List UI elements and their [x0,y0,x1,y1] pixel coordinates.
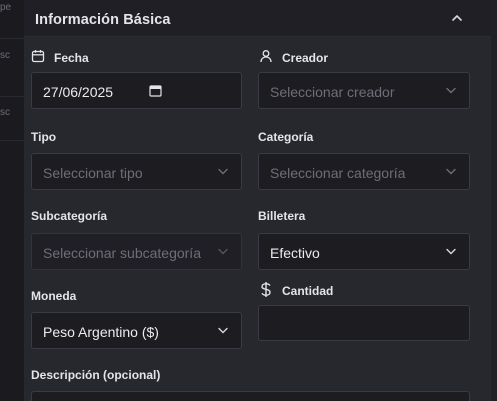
chevron-down-icon [218,248,228,255]
fecha-value: 27/06/2025 [43,84,114,100]
dollar-icon [261,282,271,297]
chevron-down-icon [218,327,228,334]
user-icon [260,50,272,63]
cantidad-input[interactable] [258,305,470,341]
divider [0,38,24,39]
fecha-date-input[interactable]: 27/06/2025 [31,72,242,109]
tipo-placeholder: Seleccionar tipo [43,165,143,181]
chevron-down-icon [446,87,456,94]
billetera-select[interactable]: Efectivo [258,233,470,270]
section-header[interactable]: Información Básica [24,0,491,37]
tipo-label: Tipo [31,130,57,144]
subcategoria-placeholder: Seleccionar subcategoría [43,245,201,261]
categoria-label: Categoría [258,130,314,144]
tipo-select[interactable]: Seleccionar tipo [31,153,242,190]
background-text-fragment: sc [0,107,10,118]
section-title: Información Básica [35,12,171,28]
creador-placeholder: Seleccionar creador [270,84,395,100]
background-list: pe sc sc [0,0,24,401]
chevron-down-icon [218,168,228,175]
chevron-down-icon [446,248,456,255]
billetera-label: Billetera [258,209,306,223]
panel-edge [491,0,497,401]
moneda-select[interactable]: Peso Argentino ($) [31,312,242,349]
creador-select[interactable]: Seleccionar creador [258,72,470,109]
background-text-fragment: pe [0,2,12,13]
moneda-value: Peso Argentino ($) [43,324,159,340]
chevron-up-icon[interactable] [451,12,463,24]
moneda-label: Moneda [31,289,77,303]
divider [0,96,24,97]
categoria-placeholder: Seleccionar categoría [270,165,406,181]
chevron-down-icon [446,168,456,175]
cantidad-label: Cantidad [282,284,334,298]
fecha-label: Fecha [54,51,89,65]
descripcion-textarea[interactable] [31,391,470,401]
creador-label: Creador [282,51,329,65]
subcategoria-label: Subcategoría [31,209,108,223]
background-text-fragment: sc [0,50,10,61]
categoria-select[interactable]: Seleccionar categoría [258,153,470,190]
billetera-value: Efectivo [270,245,320,261]
subcategoria-select[interactable]: Seleccionar subcategoría [31,233,242,270]
descripcion-label: Descripción (opcional) [31,368,161,382]
calendar-icon [31,50,45,63]
basic-info-panel: Información Básica Fecha 27/06/2025 Crea… [24,0,497,401]
date-picker-icon[interactable] [149,84,162,97]
divider [0,140,24,141]
